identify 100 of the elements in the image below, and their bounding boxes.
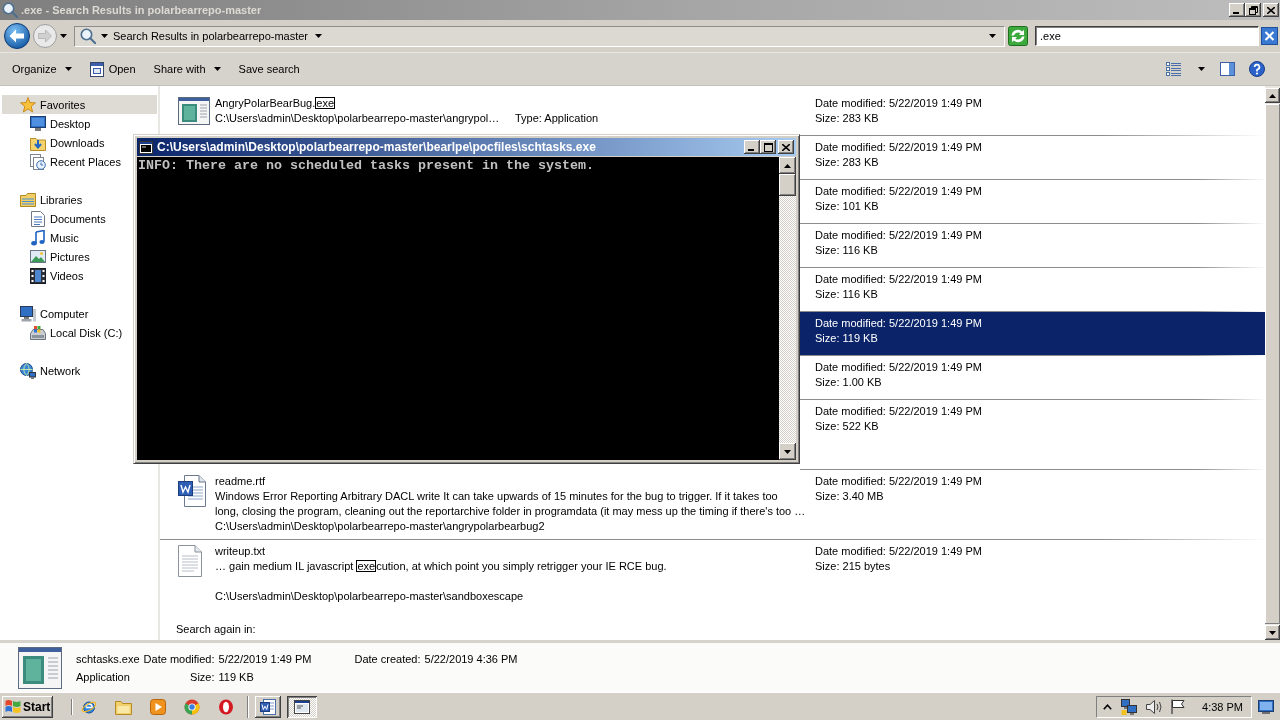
start-button[interactable]: Start <box>2 695 53 718</box>
sidebar-item[interactable]: Libraries <box>2 190 86 209</box>
list-view-icon[interactable] <box>1166 61 1181 77</box>
date-modified: Date modified: 5/22/2019 1:49 PM <box>815 228 983 243</box>
result-row[interactable]: Date modified: 5/22/2019 1:49 PM Size: 522 KB <box>800 400 1265 470</box>
folder-icon[interactable] <box>115 698 132 715</box>
ring-icon[interactable] <box>218 698 234 715</box>
date-modified: Date modified: 5/22/2019 1:49 PM <box>815 404 983 419</box>
result-row[interactable]: Date modified: 5/22/2019 1:49 PM Size: 116 KB <box>800 268 1265 312</box>
flag-icon[interactable] <box>1171 699 1186 714</box>
scroll-up-button[interactable] <box>779 157 796 174</box>
show-desktop-icon[interactable] <box>1258 699 1274 714</box>
down-arrow-icon <box>1269 630 1276 635</box>
scrollbar[interactable] <box>779 157 796 460</box>
globe-icon <box>20 362 36 379</box>
menu-button[interactable]: Organize <box>6 57 78 81</box>
sidebar-item[interactable]: Music <box>2 228 82 247</box>
field-value: 119 KB <box>218 670 255 683</box>
close-button[interactable] <box>1263 3 1279 17</box>
sidebar-item[interactable]: Local Disk (C:) <box>2 323 126 342</box>
sidebar-item[interactable]: Pictures <box>2 247 93 266</box>
result-row[interactable]: Date modified: 5/22/2019 1:49 PM Size: 101 KB <box>800 180 1265 224</box>
file-name: schtasks.exe <box>76 652 140 665</box>
sidebar-item[interactable]: Network <box>2 361 84 380</box>
library-folder-icon <box>20 192 36 207</box>
application-window-icon <box>18 646 62 689</box>
caret-icon[interactable] <box>60 34 67 38</box>
close-icon <box>1261 27 1278 45</box>
sidebar-item[interactable]: Recent Places <box>2 152 124 171</box>
clock: 4:38 PM <box>1202 700 1243 713</box>
result-row[interactable]: Date modified: 5/22/2019 1:49 PM Size: 116 KB <box>800 224 1265 268</box>
sidebar-item[interactable]: Downloads <box>2 133 108 152</box>
clock-documents-icon <box>30 153 46 170</box>
menu-button[interactable]: Share with <box>147 57 227 81</box>
maximize-button[interactable] <box>760 140 776 154</box>
file-size: Size: 116 KB <box>815 243 879 258</box>
address-bar[interactable]: Search Results in polarbearrepo-master <box>74 25 1005 47</box>
file-size: Size: 119 KB <box>815 331 879 346</box>
file-size: Size: 3.40 MB <box>815 489 885 504</box>
file-path: C:\Users\admin\Desktop\polarbearrepo-master\angrypolarbearbug2 <box>215 519 545 534</box>
search-icon <box>2 2 18 18</box>
minimize-button[interactable] <box>1229 3 1245 17</box>
down-arrow-icon <box>784 449 791 454</box>
computer-icon <box>20 305 36 322</box>
browser-icon[interactable] <box>81 698 97 715</box>
browser-icon[interactable] <box>184 698 200 715</box>
refresh-icon[interactable] <box>1008 26 1028 46</box>
toolbar-button[interactable]: Save search <box>232 57 306 81</box>
result-row[interactable]: Date modified: 5/22/2019 1:49 PM Size: 119 KB <box>800 312 1265 356</box>
file-snippet: Windows Error Reporting Arbitrary DACL write It can take upwards of 15 minutes for the bug to trigger. If it takes too long, closing the program, cleaning out the reportarchive folder in programdata (it may mess up the timing if there's too … <box>215 489 806 519</box>
star-icon <box>20 96 36 113</box>
caret-icon[interactable] <box>1198 67 1205 71</box>
search-again-label: Search again in: <box>175 622 257 637</box>
taskbar-button[interactable] <box>255 695 281 718</box>
field-value: 5/22/2019 1:49 PM <box>218 652 312 665</box>
file-path: C:\Users\admin\Desktop\polarbearrepo-master\sandboxescape <box>215 589 524 604</box>
taskbar-button[interactable] <box>287 695 317 718</box>
restore-icon <box>1248 5 1258 15</box>
scroll-up-button[interactable] <box>1265 88 1280 103</box>
toolbar-button[interactable]: Open <box>83 57 142 81</box>
minimize-button[interactable] <box>744 140 760 154</box>
file-size: Size: 522 KB <box>815 419 880 434</box>
restore-button[interactable] <box>1245 3 1261 17</box>
clear-search-button[interactable] <box>1261 27 1278 45</box>
result-row[interactable]: Date modified: 5/22/2019 1:49 PM Size: 1.00 KB <box>800 356 1265 400</box>
breadcrumb-item[interactable]: Search Results in polarbearrepo-master <box>111 27 325 45</box>
caret-icon[interactable] <box>101 34 108 38</box>
word-document-icon <box>178 475 206 507</box>
sidebar-item[interactable]: Videos <box>2 266 87 285</box>
maximize-icon <box>763 142 773 152</box>
play-icon[interactable] <box>150 698 166 715</box>
chevron-up-icon[interactable] <box>1103 703 1113 710</box>
date-modified: Date modified: 5/22/2019 1:49 PM <box>815 474 983 489</box>
sidebar-item[interactable]: Desktop <box>2 114 94 133</box>
file-path: C:\Users\admin\Desktop\polarbearrepo-master\angrypol… <box>215 111 501 126</box>
help-icon[interactable] <box>1249 61 1265 77</box>
scroll-down-button[interactable] <box>779 443 796 460</box>
scroll-down-button[interactable] <box>1265 625 1280 640</box>
file-size: Size: 1.00 KB <box>815 375 883 390</box>
caret-icon[interactable] <box>989 34 996 38</box>
preview-pane-icon[interactable] <box>1220 62 1235 76</box>
scroll-thumb[interactable] <box>779 174 796 196</box>
windows-flag-icon <box>5 699 21 714</box>
field-label: Date created: <box>354 652 421 665</box>
network-icon[interactable] <box>1121 698 1138 715</box>
sidebar-item[interactable]: Favorites <box>2 95 157 114</box>
sidebar-item[interactable]: Computer <box>2 304 92 323</box>
caret-icon <box>64 67 72 71</box>
sidebar-item[interactable]: Documents <box>2 209 109 228</box>
close-icon <box>1267 6 1275 14</box>
date-modified: Date modified: 5/22/2019 1:49 PM <box>815 184 983 199</box>
back-button[interactable] <box>4 23 30 49</box>
window-icon <box>89 61 104 77</box>
up-arrow-icon <box>1269 93 1276 98</box>
result-row[interactable]: Date modified: 5/22/2019 1:49 PM Size: 283 KB <box>800 136 1265 180</box>
speaker-icon[interactable] <box>1146 699 1163 714</box>
search-field[interactable]: .exe <box>1035 26 1259 46</box>
close-button[interactable] <box>778 140 794 154</box>
date-modified: Date modified: 5/22/2019 1:49 PM <box>815 140 983 155</box>
file-size: Size: 215 bytes <box>815 559 892 574</box>
